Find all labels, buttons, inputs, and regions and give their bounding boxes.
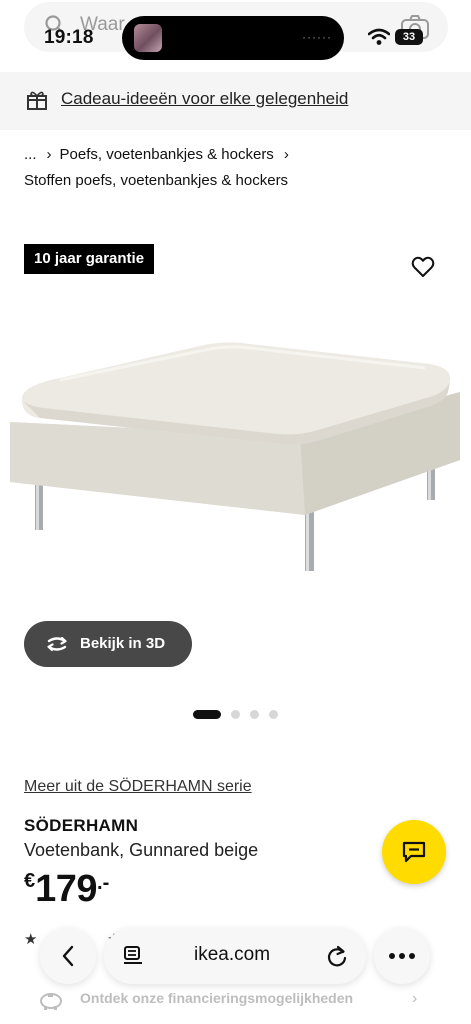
series-link[interactable]: Meer uit de SÖDERHAMN serie (24, 778, 252, 796)
chevron-left-icon (62, 945, 74, 967)
product-image[interactable] (0, 300, 471, 600)
browser-address-bar[interactable]: ikea.com (104, 928, 366, 984)
chevron-right-icon: › (412, 990, 418, 1007)
dynamic-island: ······ (122, 16, 344, 60)
carousel-dot[interactable] (250, 710, 259, 719)
price-currency: € (24, 870, 36, 892)
wifi-icon (368, 28, 390, 45)
heart-icon[interactable] (411, 256, 435, 278)
view-in-3d-label: Bekijk in 3D (80, 635, 166, 652)
audio-waveform-icon: ······ (302, 30, 332, 44)
price-amount: 179 (35, 868, 98, 910)
price-decimals: .- (97, 872, 110, 894)
battery-indicator: 33 (395, 29, 423, 45)
carousel-dot[interactable] (231, 710, 240, 719)
browser-back-button[interactable] (40, 928, 96, 984)
breadcrumb-ellipsis[interactable]: ... (24, 146, 37, 163)
reload-icon[interactable] (326, 944, 348, 968)
browser-more-button[interactable] (374, 928, 430, 984)
financing-text: Ontdek onze financieringsmogelijkheden (80, 990, 354, 1006)
status-time: 19:18 (44, 27, 94, 48)
gift-banner-link[interactable]: Cadeau-ideeën voor elke gelegenheid (61, 89, 348, 109)
product-description: Voetenbank, Gunnared beige (24, 840, 259, 860)
warranty-badge: 10 jaar garantie (24, 244, 155, 274)
piggy-bank-icon (40, 993, 62, 1010)
chat-bubble-icon (402, 841, 426, 863)
rotate-3d-icon (47, 636, 67, 652)
chat-button[interactable] (382, 820, 446, 884)
now-playing-thumbnail (134, 24, 162, 52)
chevron-right-icon: › (283, 146, 289, 163)
more-dots-icon (389, 953, 415, 959)
product-price: €179.- (24, 868, 109, 911)
carousel-dot[interactable] (269, 710, 278, 719)
financing-link[interactable]: Ontdek onze financieringsmogelijkheden › (38, 988, 438, 1012)
breadcrumb: ... › Poefs, voetenbankjes & hockers › Stof… (24, 144, 297, 196)
gift-banner[interactable]: Cadeau-ideeën voor elke gelegenheid (0, 72, 471, 130)
breadcrumb-current[interactable]: Stoffen poefs, voetenbankjes & hockers (24, 172, 288, 189)
chevron-right-icon: › (46, 146, 52, 163)
browser-url[interactable]: ikea.com (194, 944, 270, 966)
view-in-3d-button[interactable]: Bekijk in 3D (24, 621, 192, 667)
breadcrumb-category-link[interactable]: Poefs, voetenbankjes & hockers (60, 146, 274, 163)
carousel-dot[interactable] (193, 710, 221, 719)
top-bar: Waar 19:18 ······ 33 (0, 0, 471, 72)
gift-box-icon (27, 91, 47, 110)
page-menu-icon[interactable] (122, 945, 144, 967)
product-name: SÖDERHAMN (24, 816, 139, 835)
